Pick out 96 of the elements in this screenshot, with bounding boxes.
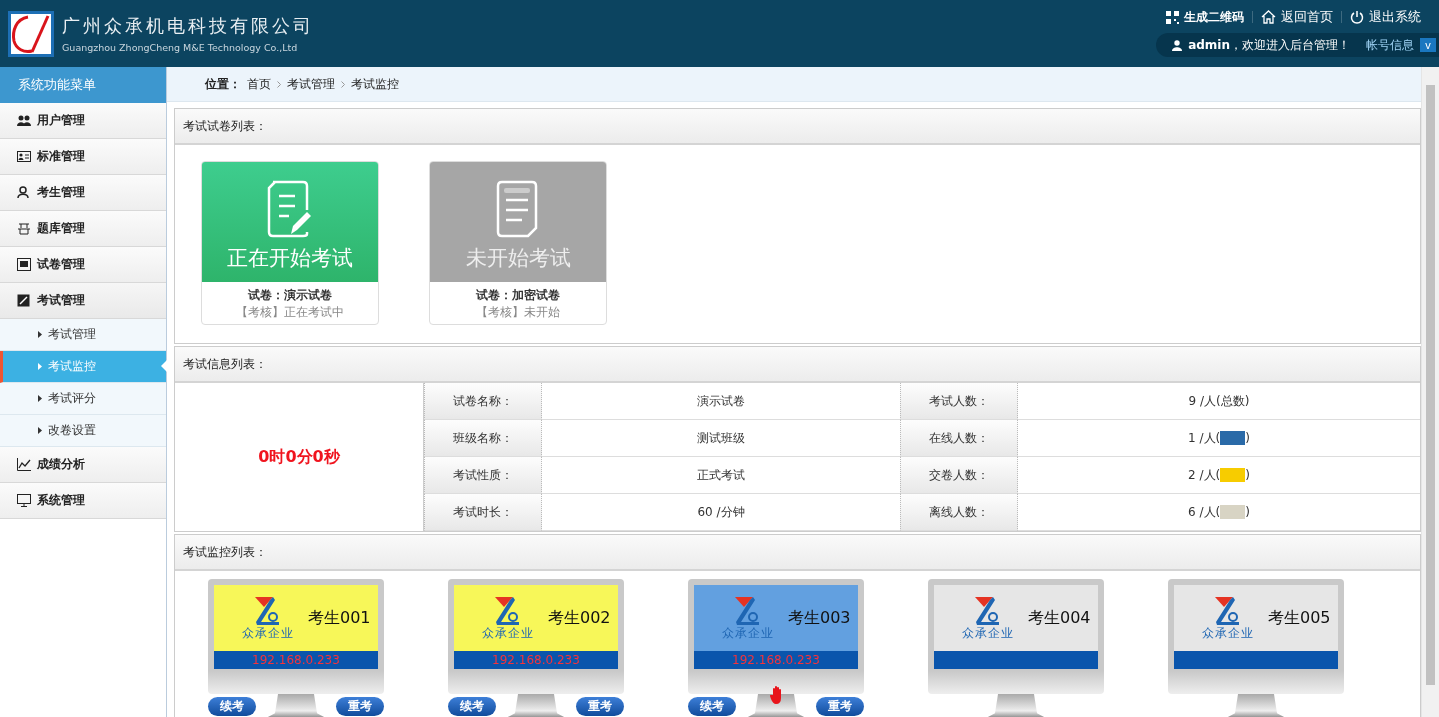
- ip-address: 192.168.0.233: [492, 653, 580, 667]
- document-edit-icon: [267, 180, 313, 238]
- ip-address: 192.168.0.233: [252, 653, 340, 667]
- chevron-right-icon: [341, 80, 345, 88]
- menu-icon: [17, 458, 31, 471]
- company-name-english: Guangzhou ZhongCheng M&E Technology Co.,Ltd: [62, 42, 299, 53]
- menu-icon: [17, 294, 31, 307]
- paper-name: 试卷：加密试卷: [476, 287, 560, 304]
- menu-icon: [17, 150, 31, 163]
- submenu-item[interactable]: 考试评分: [0, 383, 166, 415]
- field-value: 测试班级: [542, 420, 900, 457]
- paper-status: 【考核】未开始: [476, 304, 560, 321]
- logo-text: 众承企业: [1202, 625, 1254, 641]
- welcome-text: admin，欢迎进入后台管理！: [1188, 36, 1350, 54]
- retake-exam-button[interactable]: 重考: [576, 696, 624, 716]
- retake-exam-button[interactable]: 重考: [336, 696, 384, 716]
- count-value: 9 /人(总数): [1188, 392, 1250, 410]
- field-label: 考试人数：: [900, 383, 1018, 420]
- caret-icon: [38, 427, 42, 434]
- account-link[interactable]: 帐号信息: [1366, 36, 1414, 54]
- power-icon: [1350, 10, 1364, 24]
- count-value: 6 /人(: [1188, 503, 1221, 521]
- menu-item[interactable]: 考生管理: [0, 175, 166, 211]
- field-value: 正式考试: [542, 457, 900, 494]
- menu-title: 系统功能菜单: [0, 67, 166, 103]
- caret-icon: [38, 395, 42, 402]
- submenu-item[interactable]: 改卷设置: [0, 415, 166, 447]
- breadcrumb-link[interactable]: 考试管理: [287, 75, 335, 93]
- panel-title: 考试信息列表：: [175, 347, 1420, 383]
- field-label: 试卷名称：: [424, 383, 542, 420]
- exam-paper-card[interactable]: 未开始考试 试卷：加密试卷 【考核】未开始: [429, 161, 607, 325]
- menu-icon: [17, 114, 31, 127]
- menu-icon: [17, 222, 31, 235]
- menu-item[interactable]: 试卷管理: [0, 247, 166, 283]
- menu-item[interactable]: 成绩分析: [0, 447, 166, 483]
- account-dropdown-button[interactable]: v: [1420, 38, 1436, 52]
- resume-exam-button[interactable]: 续考: [448, 696, 496, 716]
- logo-text: 众承企业: [482, 625, 534, 641]
- qr-code-icon: [1166, 10, 1179, 24]
- bracket-text: ): [1245, 468, 1250, 482]
- logo-text: 众承企业: [962, 625, 1014, 641]
- countdown-timer: 0时0分0秒: [258, 446, 340, 468]
- resume-exam-button[interactable]: 续考: [688, 696, 736, 716]
- field-label: 在线人数：: [900, 420, 1018, 457]
- home-icon: [1261, 10, 1276, 24]
- menu-item[interactable]: 题库管理: [0, 211, 166, 247]
- breadcrumb-link[interactable]: 首页: [247, 75, 271, 93]
- status-title: 未开始考试: [465, 245, 571, 272]
- count-value: 1 /人(: [1188, 429, 1221, 447]
- scrollbar[interactable]: [1421, 67, 1439, 717]
- field-label: 交卷人数：: [900, 457, 1018, 494]
- bracket-text: ): [1245, 431, 1250, 445]
- paper-name: 试卷：演示试卷: [248, 287, 332, 304]
- breadcrumb-link[interactable]: 考试监控: [351, 75, 399, 93]
- field-value: 60 /分钟: [542, 494, 900, 531]
- header-link[interactable]: 返回首页: [1261, 8, 1333, 26]
- field-label: 考试时长：: [424, 494, 542, 531]
- paper-status: 【考核】正在考试中: [236, 304, 344, 321]
- header-link[interactable]: 退出系统: [1350, 8, 1421, 26]
- chevron-right-icon: [277, 80, 281, 88]
- bracket-text: ): [1245, 505, 1250, 519]
- retake-exam-button[interactable]: 重考: [816, 696, 864, 716]
- caret-icon: [38, 363, 42, 370]
- field-label: 离线人数：: [900, 494, 1018, 531]
- field-value: 演示试卷: [542, 383, 900, 420]
- company-name: 广州众承机电科技有限公司: [62, 14, 314, 38]
- menu-item[interactable]: 标准管理: [0, 139, 166, 175]
- document-icon: [496, 180, 540, 238]
- panel-title: 考试监控列表：: [175, 535, 1420, 571]
- field-label: 班级名称：: [424, 420, 542, 457]
- student-name: 考生002: [548, 607, 611, 629]
- student-name: 考生004: [1028, 607, 1091, 629]
- menu-icon: [17, 494, 31, 507]
- breadcrumb-label: 位置：: [205, 75, 241, 93]
- caret-icon: [38, 331, 42, 338]
- resume-exam-button[interactable]: 续考: [208, 696, 256, 716]
- menu-item[interactable]: 系统管理: [0, 483, 166, 519]
- status-title: 正在开始考试: [227, 245, 353, 272]
- header-link[interactable]: 生成二维码: [1166, 8, 1244, 26]
- student-name: 考生001: [308, 607, 371, 629]
- student-name: 考生003: [788, 607, 851, 629]
- submenu-item[interactable]: 考试管理: [0, 319, 166, 351]
- menu-icon: [17, 186, 31, 199]
- user-icon: [1172, 39, 1183, 51]
- exam-paper-card[interactable]: 正在开始考试 试卷：演示试卷 【考核】正在考试中: [201, 161, 379, 325]
- menu-item[interactable]: 考试管理: [0, 283, 166, 319]
- company-logo: [8, 10, 54, 57]
- panel-title: 考试试卷列表：: [175, 109, 1420, 145]
- count-value: 2 /人(: [1188, 466, 1221, 484]
- menu-icon: [17, 258, 31, 271]
- logo-text: 众承企业: [242, 625, 294, 641]
- field-label: 考试性质：: [424, 457, 542, 494]
- menu-item[interactable]: 用户管理: [0, 103, 166, 139]
- ip-address: 192.168.0.233: [732, 653, 820, 667]
- student-name: 考生005: [1268, 607, 1331, 629]
- logo-text: 众承企业: [722, 625, 774, 641]
